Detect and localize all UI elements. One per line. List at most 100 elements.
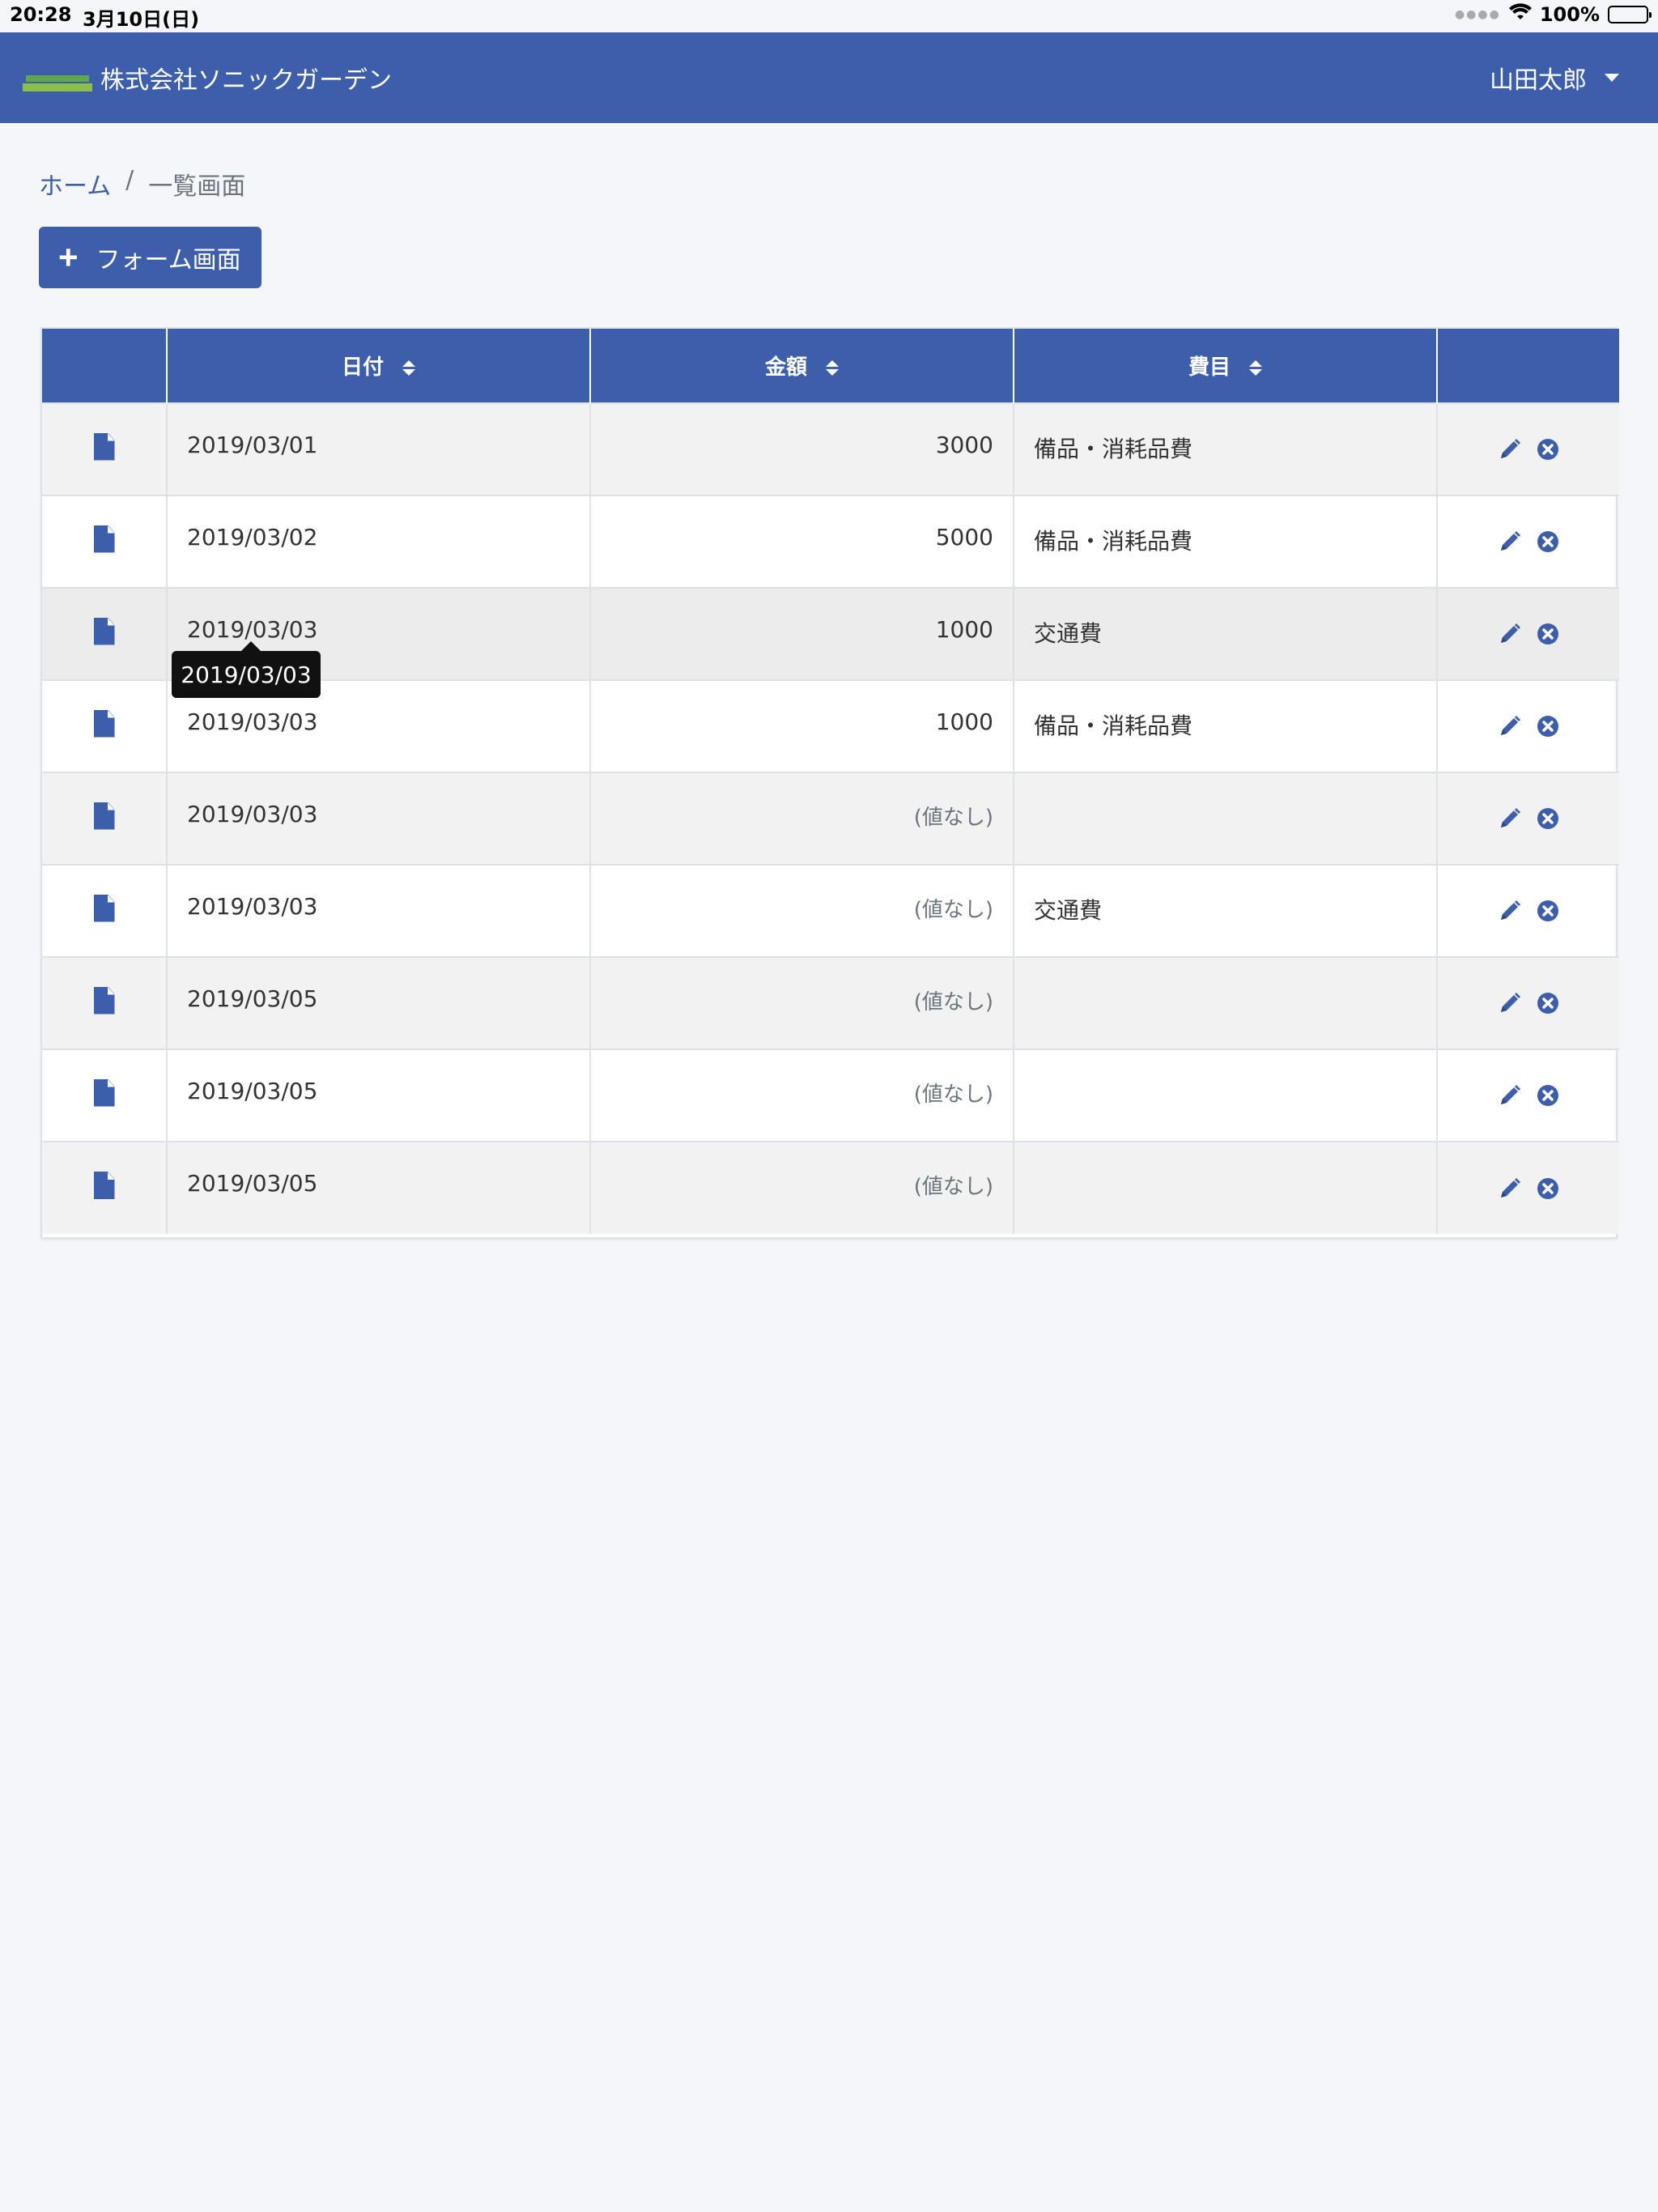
actions-cell [1436, 679, 1619, 772]
table-row: 2019/03/05 (値なし) [42, 1141, 1619, 1234]
amount-value: 5000 [935, 524, 993, 551]
header-date[interactable]: 日付 [166, 329, 590, 403]
category-cell [1013, 956, 1437, 1049]
table-header-row: 日付 金額 費目 [42, 329, 1619, 403]
pencil-icon[interactable] [1498, 530, 1522, 554]
amount-cell: (値なし) [589, 956, 1014, 1049]
battery-icon [1608, 6, 1652, 23]
actions-cell [1436, 772, 1619, 865]
category-cell: 備品・消耗品費 [1013, 495, 1437, 588]
pencil-icon[interactable] [1498, 622, 1522, 646]
actions-cell [1436, 864, 1619, 957]
file-icon[interactable] [93, 709, 115, 738]
file-icon[interactable] [93, 1078, 115, 1107]
header-category[interactable]: 費目 [1013, 329, 1437, 403]
brand-link[interactable]: 株式会社ソニックガーデン [23, 32, 392, 123]
brand-logo [23, 64, 92, 91]
amount-value: (値なし) [913, 806, 993, 830]
breadcrumb: ホーム / 一覧画面 [39, 166, 245, 202]
add-form-button[interactable]: + フォーム画面 [39, 227, 261, 288]
file-icon[interactable] [93, 802, 115, 830]
amount-cell: (値なし) [589, 1141, 1014, 1234]
battery-percent: 100% [1539, 3, 1600, 26]
actions-cell [1436, 495, 1619, 588]
pencil-icon[interactable] [1498, 1083, 1522, 1108]
detail-cell [42, 1141, 167, 1234]
amount-value: (値なし) [913, 990, 993, 1015]
brand-name: 株式会社ソニックガーデン [100, 66, 392, 95]
amount-value: (値なし) [913, 1083, 993, 1107]
actions-cell [1436, 956, 1619, 1049]
actions-cell [1436, 1049, 1619, 1142]
amount-cell: (値なし) [589, 864, 1014, 957]
pencil-icon[interactable] [1498, 437, 1522, 462]
header-amount-label: 金額 [764, 355, 807, 380]
date-cell: 2019/03/01 [166, 402, 590, 496]
header-date-label: 日付 [341, 355, 384, 380]
detail-cell [42, 772, 167, 865]
delete-icon[interactable] [1537, 530, 1559, 553]
category-cell: 交通費 [1013, 587, 1437, 680]
category-cell: 備品・消耗品費 [1013, 402, 1437, 496]
table-row: 2019/03/02 5000 備品・消耗品費 [42, 495, 1619, 588]
table-row: 2019/03/05 (値なし) [42, 1049, 1619, 1142]
status-bar: 20:28 3月10日(日) ●●●● 100% [0, 0, 1658, 31]
delete-icon[interactable] [1537, 807, 1559, 830]
table-body: 2019/03/01 3000 備品・消耗品費 2019/03/02 5000 備品・消耗… [42, 402, 1619, 1234]
date-cell: 2019/03/03 [166, 772, 590, 865]
delete-icon[interactable] [1537, 623, 1559, 645]
file-icon[interactable] [93, 525, 115, 553]
delete-icon[interactable] [1537, 900, 1559, 922]
category-cell: 備品・消耗品費 [1013, 679, 1437, 772]
header-category-label: 費目 [1188, 355, 1231, 380]
navbar: 株式会社ソニックガーデン 山田太郎 [0, 32, 1658, 123]
add-form-button-label: フォーム画面 [96, 247, 241, 274]
header-amount[interactable]: 金額 [589, 329, 1014, 403]
date-cell: 2019/03/05 [166, 1141, 590, 1234]
wifi-icon [1508, 3, 1532, 26]
plus-icon: + [58, 238, 79, 276]
header-actions-column [1436, 329, 1619, 403]
table-row: 2019/03/05 (値なし) [42, 956, 1619, 1049]
detail-cell [42, 402, 167, 496]
caret-down-icon [1605, 74, 1619, 82]
sort-icon [1249, 360, 1263, 376]
category-cell: 交通費 [1013, 864, 1437, 957]
amount-cell: 3000 [589, 402, 1014, 496]
file-icon[interactable] [93, 617, 115, 645]
delete-icon[interactable] [1537, 992, 1559, 1015]
user-menu-dropdown[interactable]: 山田太郎 [1490, 32, 1619, 123]
pencil-icon[interactable] [1498, 991, 1522, 1015]
pencil-icon[interactable] [1498, 1176, 1522, 1201]
delete-icon[interactable] [1537, 1084, 1559, 1107]
pencil-icon[interactable] [1498, 806, 1522, 831]
breadcrumb-current: 一覧画面 [148, 172, 246, 201]
file-icon[interactable] [93, 432, 115, 461]
pencil-icon[interactable] [1498, 899, 1522, 923]
amount-cell: (値なし) [589, 1049, 1014, 1142]
file-icon[interactable] [93, 986, 115, 1015]
pencil-icon[interactable] [1498, 714, 1522, 738]
delete-icon[interactable] [1537, 1177, 1559, 1200]
amount-cell: (値なし) [589, 772, 1014, 865]
actions-cell [1436, 587, 1619, 680]
detail-cell [42, 1049, 167, 1142]
date-cell: 2019/03/05 [166, 1049, 590, 1142]
file-icon[interactable] [93, 1172, 115, 1199]
delete-icon[interactable] [1537, 715, 1559, 738]
actions-cell [1436, 1141, 1619, 1234]
category-cell [1013, 1141, 1437, 1234]
amount-value: 1000 [935, 708, 993, 735]
detail-cell [42, 864, 167, 957]
detail-cell [42, 956, 167, 1049]
status-time: 20:28 [10, 3, 72, 26]
date-cell: 2019/03/02 [166, 495, 590, 588]
amount-value: (値なし) [913, 898, 993, 922]
file-icon[interactable] [93, 894, 115, 922]
detail-cell [42, 679, 167, 772]
sort-icon [402, 360, 416, 376]
date-cell: 2019/03/05 [166, 956, 590, 1049]
breadcrumb-home-link[interactable]: ホーム [39, 166, 111, 202]
status-date: 3月10日(日) [83, 8, 200, 31]
delete-icon[interactable] [1537, 438, 1559, 461]
